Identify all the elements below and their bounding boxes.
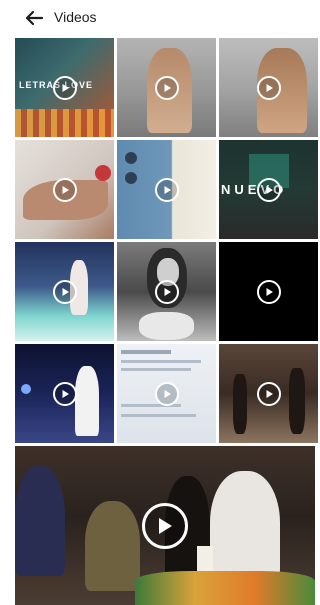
video-thumb-bride-bw[interactable] (117, 242, 216, 341)
video-thumb-beach-woman-1[interactable] (117, 38, 216, 137)
video-thumb-blue-fabric[interactable] (117, 140, 216, 239)
video-thumb-party-hall[interactable] (219, 344, 318, 443)
play-circle-icon (154, 75, 179, 100)
play-circle-icon (154, 381, 179, 406)
play-circle-icon (256, 75, 281, 100)
header-bar: Videos (0, 0, 315, 36)
play-circle-icon (52, 279, 77, 304)
play-circle-icon (52, 75, 77, 100)
play-circle-icon (154, 177, 179, 202)
video-thumb-beach-woman-2[interactable] (219, 38, 318, 137)
video-grid: LETRAS LOVE NUEVO (15, 38, 318, 443)
video-thumb-screen-doc[interactable] (117, 344, 216, 443)
video-thumb-wedding-ceremony[interactable] (15, 446, 315, 605)
video-thumb-dj-stage[interactable] (15, 344, 114, 443)
video-thumb-letras-love[interactable]: LETRAS LOVE (15, 38, 114, 137)
play-circle-icon (52, 381, 77, 406)
play-circle-icon (142, 502, 188, 549)
play-circle-icon (256, 177, 281, 202)
back-button[interactable] (22, 6, 46, 30)
play-circle-icon (154, 279, 179, 304)
arrow-left-icon (25, 10, 43, 26)
video-thumb-nuevo[interactable]: NUEVO (219, 140, 318, 239)
page-title: Videos (54, 9, 97, 25)
video-thumb-dance-smoke[interactable] (15, 242, 114, 341)
video-thumb-black[interactable] (219, 242, 318, 341)
video-thumb-bridal-shoes[interactable] (15, 140, 114, 239)
play-circle-icon (256, 381, 281, 406)
play-circle-icon (52, 177, 77, 202)
play-circle-icon (256, 279, 281, 304)
